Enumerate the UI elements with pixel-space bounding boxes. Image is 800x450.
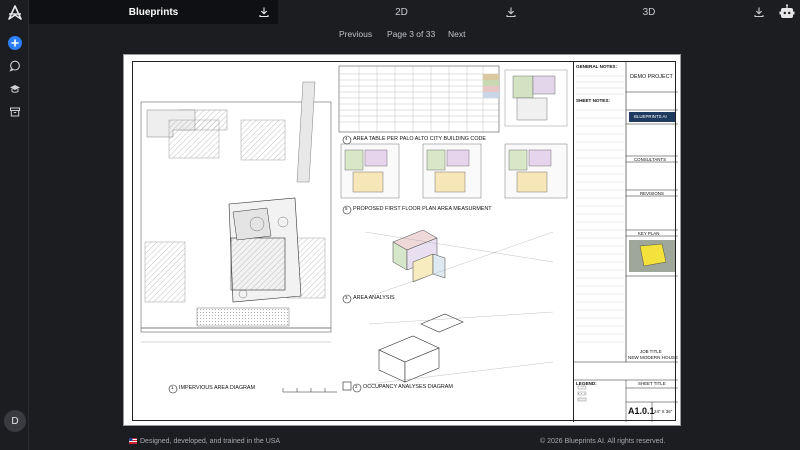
revisions-label: REVISIONS (640, 191, 664, 196)
consultants-label: CONSULTANTS (634, 157, 667, 162)
sheet-title-label: SHEET TITLE (638, 381, 666, 386)
archive-icon[interactable] (7, 104, 23, 120)
blueprint-page[interactable]: 4 AREA TABLE PER PALO ALTO CITY BUILDING… (123, 54, 681, 426)
section-title-occupancy: OCCUPANCY ANALYSES DIAGRAM (363, 384, 453, 390)
legend-label: LEGEND: (576, 381, 597, 386)
section-title-impervious: IMPERVIOUS AREA DIAGRAM (179, 385, 255, 391)
next-button[interactable]: Next (448, 29, 465, 39)
drawing-frame: 4 AREA TABLE PER PALO ALTO CITY BUILDING… (132, 61, 679, 422)
previous-button[interactable]: Previous (339, 29, 372, 39)
section-title-area-analysis: AREA ANALYSIS (353, 295, 395, 301)
download-icon[interactable] (505, 6, 517, 18)
pager: Previous Page 3 of 33 Next (0, 27, 800, 41)
view-tabs: Blueprints 2D 3D (29, 0, 800, 24)
section-number: 5 (345, 206, 348, 211)
key-plan-label: KEY PLAN (638, 231, 660, 236)
section-number: 1 (171, 385, 174, 390)
page-indicator: Page 3 of 33 (387, 29, 436, 39)
graduation-cap-icon[interactable] (7, 81, 23, 97)
tab-3d[interactable]: 3D (525, 0, 773, 24)
section-number: 4 (345, 136, 348, 141)
download-icon[interactable] (258, 6, 270, 18)
job-title-label: JOB TITLE (640, 349, 662, 354)
title-block: GENERAL NOTES: SHEET NOTES: DEMO PROJECT… (573, 62, 679, 422)
avatar[interactable]: D (4, 410, 26, 432)
footer-copyright: © 2026 Blueprints AI. All rights reserve… (540, 438, 666, 445)
section-title-floor-plan: PROPOSED FIRST FLOOR PLAN AREA MEASURMEN… (353, 206, 492, 212)
robot-icon[interactable] (778, 3, 796, 21)
section-title-area-table: AREA TABLE PER PALO ALTO CITY BUILDING C… (353, 136, 487, 142)
footer: Designed, developed, and trained in the … (0, 438, 800, 448)
footer-tagline: Designed, developed, and trained in the … (140, 438, 281, 445)
brand-name: BLUEPRINTS AI (634, 114, 667, 119)
section-number: 3 (345, 295, 348, 300)
tab-label: 2D (395, 6, 408, 18)
tab-label: 3D (642, 6, 656, 18)
tab-2d[interactable]: 2D (278, 0, 525, 24)
drawing-artwork (140, 65, 568, 394)
tab-blueprints[interactable]: Blueprints (29, 0, 278, 24)
left-sidebar: D (0, 0, 29, 450)
download-icon[interactable] (753, 6, 765, 18)
sheet-notes-label: SHEET NOTES: (576, 98, 610, 103)
tab-label: Blueprints (128, 6, 179, 18)
job-title: NEW MODERN HOUSE (628, 355, 679, 360)
project-name: DEMO PROJECT (630, 74, 673, 80)
avatar-initial: D (11, 415, 19, 427)
flag-icon (129, 438, 137, 446)
chat-icon[interactable] (7, 58, 23, 74)
blueprints-logo-icon[interactable] (7, 5, 23, 21)
sheet-number: A1.0.1 (628, 406, 655, 416)
general-notes-label: GENERAL NOTES: (576, 64, 618, 69)
sheet-size: 24" X 36" (654, 409, 673, 414)
section-number: 2 (355, 384, 358, 389)
